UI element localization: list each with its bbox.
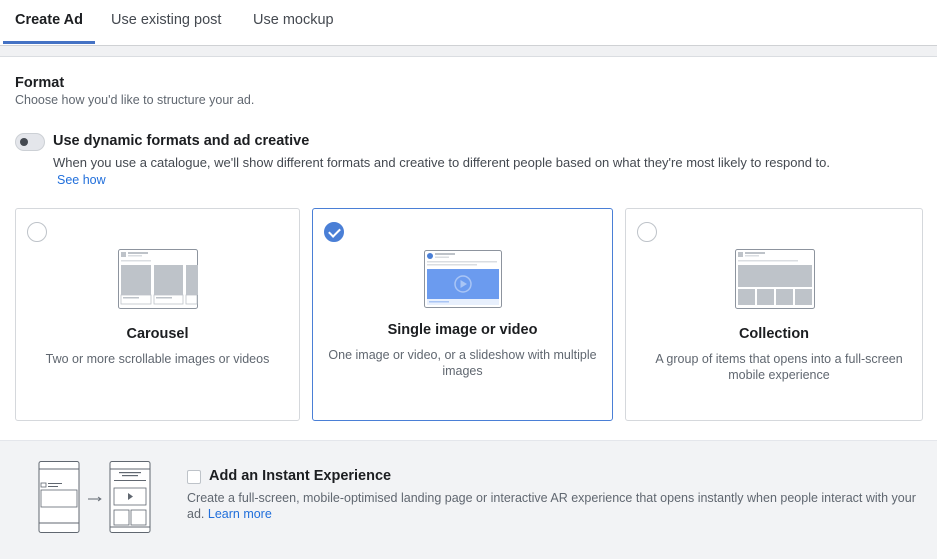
collection-title: Collection	[738, 326, 810, 342]
carousel-radio[interactable]	[27, 222, 47, 242]
instant-experience-illustration-icon	[38, 461, 151, 533]
tab-bar: Create Ad Use existing post Use mockup	[0, 0, 937, 46]
format-subtitle: Choose how you'd like to structure your …	[15, 93, 255, 107]
instant-experience-checkbox[interactable]	[187, 470, 201, 484]
format-card-carousel[interactable]: Carousel Two or more scrollable images o…	[15, 208, 300, 421]
tab-use-mockup[interactable]: Use mockup	[253, 12, 334, 28]
active-tab-indicator	[3, 41, 95, 44]
tab-create-ad[interactable]: Create Ad	[15, 12, 83, 28]
tab-use-existing-post[interactable]: Use existing post	[111, 12, 221, 28]
instant-experience-description-text: Create a full-screen, mobile-optimised l…	[187, 491, 916, 521]
carousel-title: Carousel	[126, 326, 189, 342]
single-image-radio[interactable]	[324, 222, 344, 242]
collection-radio[interactable]	[637, 222, 657, 242]
toggle-knob	[20, 138, 28, 146]
dynamic-formats-toggle[interactable]	[15, 133, 45, 151]
format-title: Format	[15, 75, 65, 91]
format-card-single-image[interactable]: Single image or video One image or video…	[312, 208, 613, 421]
dynamic-formats-title: Use dynamic formats and ad creative	[53, 133, 310, 149]
collection-illustration-icon	[735, 249, 815, 309]
learn-more-link[interactable]: Learn more	[208, 507, 272, 521]
dynamic-formats-description: When you use a catalogue, we'll show dif…	[53, 155, 830, 170]
single-image-title: Single image or video	[387, 322, 538, 338]
carousel-illustration-icon	[118, 249, 198, 309]
see-how-link[interactable]: See how	[57, 173, 106, 187]
single-image-illustration-icon	[424, 250, 502, 308]
single-image-description: One image or video, or a slideshow with …	[328, 348, 597, 378]
instant-experience-title: Add an Instant Experience	[209, 468, 392, 484]
instant-experience-description: Create a full-screen, mobile-optimised l…	[187, 490, 922, 522]
format-card-collection[interactable]: Collection A group of items that opens i…	[625, 208, 923, 421]
tab-divider	[0, 46, 937, 57]
collection-description: A group of items that opens into a full-…	[655, 352, 903, 382]
carousel-description: Two or more scrollable images or videos	[45, 352, 270, 366]
